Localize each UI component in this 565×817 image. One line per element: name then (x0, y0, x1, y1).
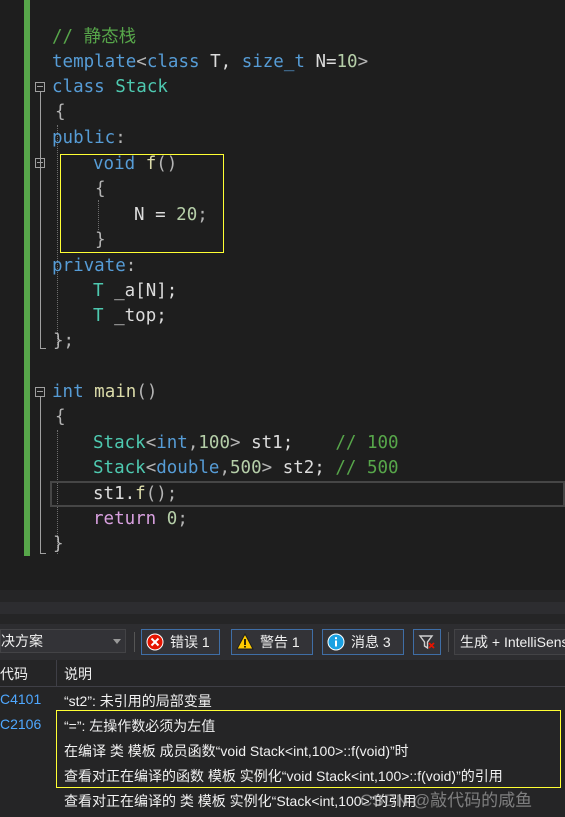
change-tracking-bar (24, 0, 30, 556)
errors-count-label: 错误 1 (170, 634, 210, 650)
warnings-count-label: 警告 1 (260, 634, 300, 650)
outline-hook (40, 348, 46, 349)
indent-guide (57, 125, 58, 345)
build-intellisense-dropdown[interactable]: 生成 + IntelliSense (454, 629, 565, 655)
code-line-20: } (53, 534, 64, 554)
warning-icon (236, 633, 254, 650)
error-icon (146, 633, 164, 651)
outline-line (40, 397, 41, 553)
annotation-highlight-box (56, 710, 561, 788)
info-icon (327, 633, 345, 651)
column-divider (56, 660, 57, 686)
code-line-4: { (55, 102, 66, 122)
code-line-16: Stack<int,100> st1; // 100 (93, 433, 399, 453)
code-line-1: // 静态栈 (52, 27, 137, 47)
code-editor[interactable]: // 静态栈 template<class T, size_t N=10> cl… (0, 0, 565, 590)
code-line-17: Stack<double,500> st2; // 500 (93, 458, 399, 478)
code-line-13: }; (53, 331, 75, 351)
code-line-2: template<class T, size_t N=10> (52, 52, 369, 72)
code-line-5: public: (52, 128, 126, 148)
error-list-panel: 决方案 错误 1 警告 1 消息 3 生成 + IntelliSense 代码 … (0, 590, 565, 817)
annotation-highlight-box (60, 154, 224, 253)
code-line-18: st1.f(); (93, 484, 178, 504)
outline-line (40, 92, 41, 348)
toolbar-separator (448, 632, 449, 652)
code-line-11: T _a[N]; (93, 281, 178, 301)
scope-dropdown[interactable]: 决方案 (0, 629, 126, 653)
error-code[interactable]: C4101 (0, 691, 41, 707)
error-row[interactable]: C4101 “st2”: 未引用的局部变量 (0, 687, 565, 712)
fold-toggle-main[interactable] (35, 387, 45, 397)
code-line-14: int main() (52, 382, 158, 402)
filter-clear-icon (418, 635, 435, 650)
column-header-code[interactable]: 代码 (0, 664, 28, 684)
column-header-description[interactable]: 说明 (64, 664, 92, 684)
watermark: CSDN @敲代码的咸鱼 (360, 791, 533, 810)
fold-toggle-class[interactable] (35, 82, 45, 92)
error-list-header: 代码 说明 (0, 660, 565, 687)
scope-dropdown-label: 决方案 (1, 633, 43, 649)
code-line-15: { (55, 407, 66, 427)
messages-count-label: 消息 3 (351, 634, 391, 650)
outline-hook (40, 553, 46, 554)
toolbar-separator (134, 632, 135, 652)
code-line-19: return 0; (93, 509, 188, 529)
chevron-down-icon (113, 639, 121, 644)
clear-filter-button[interactable] (413, 629, 441, 655)
panel-header-strip (0, 602, 565, 614)
code-line-10: private: (52, 256, 137, 276)
errors-filter-button[interactable]: 错误 1 (141, 629, 220, 655)
code-line-3: class Stack (52, 77, 168, 97)
fold-toggle-function-f[interactable] (35, 158, 45, 168)
error-code[interactable]: C2106 (0, 716, 41, 732)
warnings-filter-button[interactable]: 警告 1 (231, 629, 313, 655)
code-line-12: T _top; (93, 306, 167, 326)
messages-filter-button[interactable]: 消息 3 (322, 629, 404, 655)
error-list-toolbar: 决方案 错误 1 警告 1 消息 3 生成 + IntelliSense (0, 624, 565, 660)
error-description: “st2”: 未引用的局部变量 (64, 693, 212, 709)
